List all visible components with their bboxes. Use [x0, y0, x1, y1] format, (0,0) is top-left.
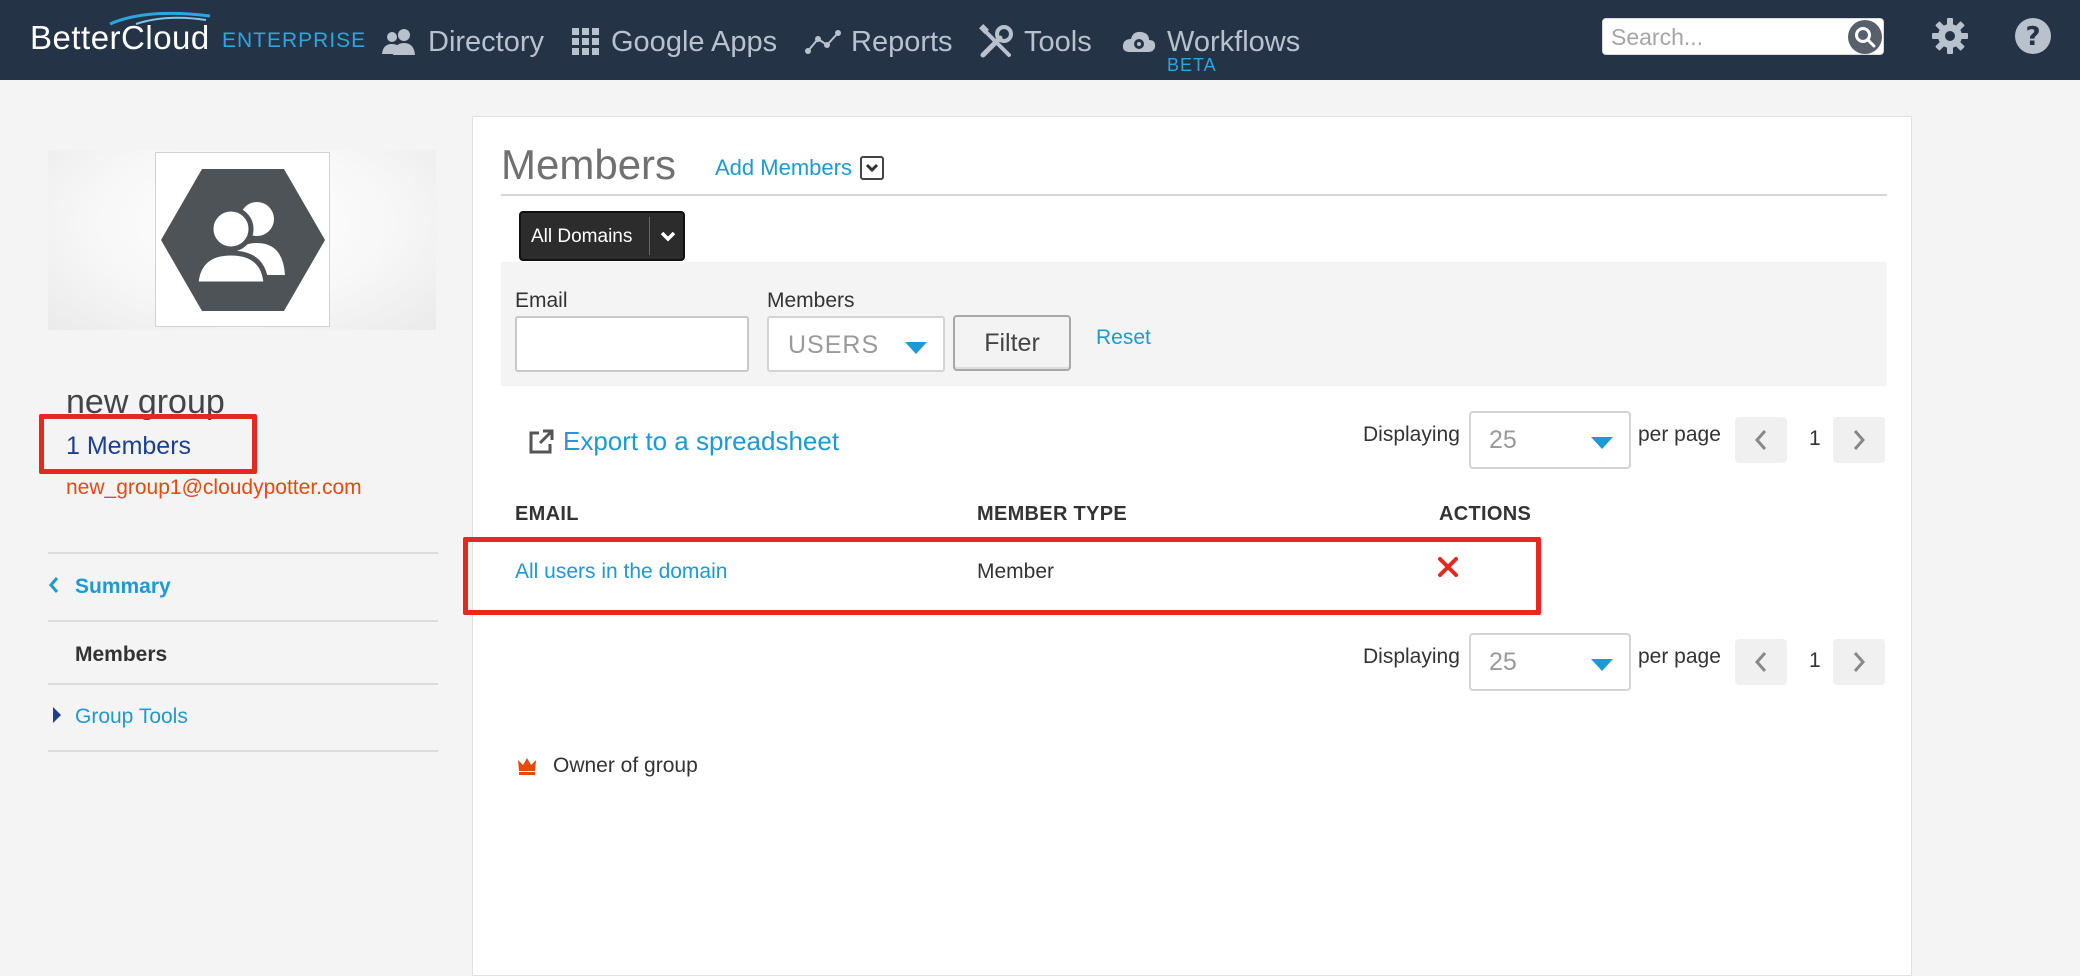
reset-link[interactable]: Reset: [1096, 326, 1151, 350]
group-hexagon-icon: [160, 168, 325, 311]
nav-tools[interactable]: Tools: [978, 20, 1092, 64]
column-header-email: EMAIL: [515, 503, 579, 525]
help-icon: ?: [2015, 18, 2051, 54]
brand-name: BetterCloud: [30, 19, 210, 56]
per-page-select[interactable]: 25: [1469, 411, 1631, 469]
sidebar-divider: [48, 620, 438, 622]
nav-tools-label: Tools: [1024, 25, 1092, 58]
domain-filter-label: All Domains: [531, 226, 633, 247]
members-panel: Members Add Members All Domains Email Me…: [463, 116, 1913, 976]
email-filter-input[interactable]: [515, 316, 749, 372]
pagination-bottom: Displaying 25 per page 1: [473, 633, 1913, 695]
search-button[interactable]: [1848, 20, 1882, 54]
help-button[interactable]: ?: [2013, 16, 2053, 56]
beta-badge: BETA: [1167, 55, 1217, 75]
sidebar-item-summary[interactable]: Summary: [75, 575, 171, 599]
users-icon: [382, 29, 415, 55]
group-email: new_group1@cloudypotter.com: [66, 476, 362, 499]
chevron-right-icon: [1853, 430, 1866, 450]
add-members-button[interactable]: Add Members: [715, 155, 884, 181]
panel-title: Members: [501, 141, 677, 188]
dropdown-divider: [649, 217, 650, 255]
group-avatar: [155, 152, 330, 327]
search-input[interactable]: [1611, 21, 1841, 53]
nav-reports-label: Reports: [851, 25, 953, 58]
chevron-down-icon: [660, 231, 676, 242]
brand-edition: ENTERPRISE: [222, 29, 367, 52]
caret-down-icon: [905, 342, 927, 354]
per-page-value: 25: [1489, 648, 1517, 676]
add-members-dropdown[interactable]: [859, 156, 884, 180]
sidebar-divider: [48, 552, 438, 554]
search-box: [1602, 18, 1884, 55]
chevron-left-icon: [1754, 430, 1767, 450]
displaying-label: Displaying: [1363, 423, 1460, 446]
nav-directory-label: Directory: [428, 25, 545, 58]
column-header-member-type: MEMBER TYPE: [977, 503, 1127, 525]
caret-down-icon: [1591, 659, 1613, 671]
chart-line-icon: [805, 30, 841, 54]
chevron-left-icon: [1754, 652, 1767, 672]
tools-icon: [979, 24, 1013, 58]
highlight-member-row: [463, 537, 1541, 615]
per-page-label: per page: [1638, 423, 1721, 446]
current-page: 1: [1809, 649, 1821, 672]
title-divider: [501, 194, 1887, 196]
nav-reports[interactable]: Reports: [805, 20, 953, 64]
chevron-left-icon: [49, 577, 59, 593]
caret-down-icon: [1591, 437, 1613, 449]
nav-directory[interactable]: Directory: [380, 20, 544, 64]
chevron-down-icon: [865, 163, 879, 173]
displaying-label: Displaying: [1363, 645, 1460, 668]
column-header-actions: ACTIONS: [1439, 503, 1532, 525]
top-navigation-bar: BetterCloud ENTERPRISE Directory Google …: [0, 0, 2080, 80]
chevron-right-icon: [1853, 652, 1866, 672]
nav-google-apps[interactable]: Google Apps: [571, 20, 777, 64]
caret-right-icon: [53, 707, 61, 723]
sidebar-divider: [48, 683, 438, 685]
add-members-label: Add Members: [715, 155, 852, 180]
members-filter-label: Members: [767, 289, 855, 312]
search-icon: [1855, 27, 1876, 48]
prev-page-button[interactable]: [1735, 639, 1787, 685]
highlight-members-count: [39, 414, 257, 474]
sidebar-divider: [48, 750, 438, 752]
next-page-button[interactable]: [1833, 639, 1885, 685]
sidebar-item-group-tools[interactable]: Group Tools: [75, 705, 188, 729]
members-type-value: USERS: [788, 331, 880, 359]
settings-button[interactable]: [1930, 16, 1970, 56]
current-page: 1: [1809, 427, 1821, 450]
svg-text:?: ?: [2025, 22, 2040, 52]
per-page-select[interactable]: 25: [1469, 633, 1631, 691]
domain-filter-dropdown[interactable]: All Domains: [519, 211, 685, 261]
filter-button[interactable]: Filter: [953, 315, 1071, 371]
crown-icon: [518, 758, 536, 775]
sidebar-item-members[interactable]: Members: [75, 643, 167, 667]
gear-icon: [1932, 18, 1968, 54]
email-filter-label: Email: [515, 289, 568, 312]
prev-page-button[interactable]: [1735, 417, 1787, 463]
per-page-label: per page: [1638, 645, 1721, 668]
grid-icon: [572, 28, 599, 55]
pagination-top: Displaying 25 per page 1: [473, 411, 1913, 473]
nav-workflows-label: Workflows: [1167, 25, 1301, 58]
next-page-button[interactable]: [1833, 417, 1885, 463]
nav-google-apps-label: Google Apps: [611, 25, 778, 58]
owner-legend: Owner of group: [517, 754, 698, 778]
owner-legend-label: Owner of group: [553, 754, 698, 777]
cloud-gear-icon: [1122, 31, 1156, 52]
per-page-value: 25: [1489, 426, 1517, 454]
members-type-select[interactable]: USERS: [767, 316, 945, 372]
